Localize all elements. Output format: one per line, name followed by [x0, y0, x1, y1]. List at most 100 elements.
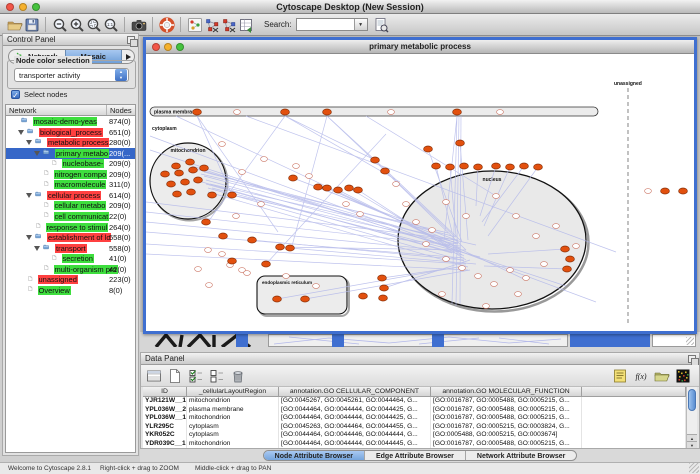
zoom-window-icon[interactable] — [32, 3, 40, 11]
expander-icon[interactable] — [26, 235, 32, 240]
control-panel: Control Panel Network Mosaic Node color … — [2, 33, 139, 456]
minimize-frame-icon[interactable] — [164, 43, 172, 51]
import-attributes-icon[interactable] — [653, 367, 671, 385]
tree-node-label: mosaic-demo-yeast — [33, 117, 97, 126]
table-row[interactable]: YPL036W__2plasma membrane[GO:0044464, GO… — [143, 406, 688, 415]
svg-text:plasma membrane: plasma membrane — [154, 110, 198, 116]
tree-node-count: 280(0) — [109, 138, 131, 147]
zoom-fit-icon[interactable]: 1:1 — [102, 16, 119, 33]
network-overview-icon[interactable] — [186, 16, 203, 33]
table-scrollbar[interactable]: ▲ ▼ — [686, 387, 697, 448]
tree-row[interactable]: multi-organism pro42(0) — [6, 264, 135, 275]
tab-network-attribute-browser[interactable]: Network Attribute Browser — [466, 451, 576, 460]
chevron-down-icon[interactable]: ▼ — [354, 19, 367, 30]
file-icon — [52, 254, 60, 264]
tree-row[interactable]: biological_process651(0) — [6, 127, 135, 138]
tree-node-count: 651(0) — [109, 128, 131, 137]
folder-icon — [42, 244, 53, 253]
matrix-icon[interactable] — [674, 367, 692, 385]
minimize-window-icon[interactable] — [19, 3, 27, 11]
tree-row[interactable]: metabolic process280(0) — [6, 137, 135, 148]
snapshot-icon[interactable] — [130, 16, 147, 33]
control-panel-title: Control Panel — [7, 35, 55, 44]
delete-attribute-icon[interactable] — [229, 367, 247, 385]
tree-row[interactable]: macromolecule311(0) — [6, 179, 135, 190]
formula-icon[interactable]: f(x) — [632, 367, 650, 385]
tree-row[interactable]: cellular metabo209(0) — [6, 200, 135, 211]
color-attribute-dropdown[interactable]: transporter activity ▲▼ — [14, 68, 129, 82]
dropdown-stepper-icon[interactable]: ▲▼ — [115, 69, 127, 81]
tab-edge-attribute-browser[interactable]: Edge Attribute Browser — [365, 451, 466, 460]
select-nodes-checkbox[interactable]: ✓ — [11, 90, 20, 99]
column-nodes[interactable]: Nodes — [107, 105, 135, 115]
tree-row[interactable]: nitrogen compo209(0) — [6, 169, 135, 180]
notes-icon[interactable] — [611, 367, 629, 385]
tree-row[interactable]: primary metabo209(... — [6, 148, 135, 159]
table-row[interactable]: YLR295Ccytoplasm[GO:0045263, GO:0044464,… — [143, 423, 688, 432]
column-header[interactable]: annotation.GO MOLECULAR_FUNCTION — [431, 387, 582, 397]
tab-node-attribute-browser[interactable]: Node Attribute Browser — [264, 451, 365, 460]
tree-row[interactable]: response to stimul264(0) — [6, 222, 135, 233]
tree-row[interactable]: nucleobase-209(0) — [6, 158, 135, 169]
data-panel-title: Data Panel — [145, 354, 185, 363]
open-folder-icon[interactable] — [6, 16, 23, 33]
table-row[interactable]: YDR039C__1mitochondrion[GO:0044464, GO:0… — [143, 440, 688, 449]
tree-row[interactable]: establishment of lo558(0) — [6, 232, 135, 243]
column-header[interactable] — [582, 387, 686, 397]
destroy-view-icon[interactable] — [220, 16, 237, 33]
table-row[interactable]: YKR052Ccytoplasm[GO:0044464, GO:0044446,… — [143, 431, 688, 440]
tree-row[interactable]: transport558(0) — [6, 243, 135, 254]
table-row[interactable]: YJR121W__1mitochondrion[GO:0045267, GO:0… — [143, 397, 688, 406]
zoom-in-icon[interactable] — [68, 16, 85, 33]
column-header[interactable]: annotation.GO CELLULAR_COMPONENT — [279, 387, 431, 397]
help-icon[interactable] — [158, 16, 175, 33]
tree-row[interactable]: Overview8(0) — [6, 285, 135, 296]
zoom-frame-icon[interactable] — [176, 43, 184, 51]
save-icon[interactable] — [23, 16, 40, 33]
tree-row[interactable]: secretion41(0) — [6, 253, 135, 264]
zoom-out-icon[interactable] — [51, 16, 68, 33]
close-window-icon[interactable] — [6, 3, 14, 11]
float-panel-icon[interactable] — [127, 36, 135, 44]
unselect-attributes-icon[interactable] — [208, 367, 226, 385]
expander-icon[interactable] — [34, 151, 40, 156]
resize-grip[interactable] — [689, 463, 699, 473]
network-canvas[interactable]: plasma membranecytoplasmmitochondrionnuc… — [146, 54, 694, 331]
column-network[interactable]: Network — [6, 105, 107, 115]
expander-icon[interactable] — [34, 246, 40, 251]
tree-node-label: metabolic process — [47, 138, 109, 147]
search-input[interactable] — [297, 19, 354, 30]
select-attributes-icon[interactable] — [187, 367, 205, 385]
scrollbar-thumb[interactable] — [688, 389, 696, 411]
zoom-selected-icon[interactable] — [85, 16, 102, 33]
scroll-up-icon[interactable]: ▲ — [687, 434, 697, 441]
folder-icon — [34, 191, 45, 200]
background-window-fragment — [268, 334, 568, 347]
table-row[interactable]: YPL036W__1mitochondrion[GO:0044464, GO:0… — [143, 414, 688, 423]
network-frame-titlebar[interactable]: primary metabolic process — [146, 40, 694, 54]
column-header[interactable]: ID — [143, 387, 187, 397]
search-combobox[interactable]: ▼ — [296, 18, 368, 31]
scroll-down-icon[interactable]: ▼ — [687, 441, 697, 448]
background-window-fragment — [332, 334, 344, 347]
network-tree-header[interactable]: Network Nodes — [6, 105, 135, 116]
expander-icon[interactable] — [18, 130, 24, 135]
tree-row[interactable]: mosaic-demo-yeast874(0) — [6, 116, 135, 127]
search-config-icon[interactable] — [373, 16, 390, 33]
tree-row[interactable]: cellular process614(0) — [6, 190, 135, 201]
table-cell: [GO:0016787, GO:0005488, GO:0005215, G..… — [431, 440, 582, 449]
destroy-network-icon[interactable] — [203, 16, 220, 33]
toolbar-separator — [180, 17, 181, 32]
close-frame-icon[interactable] — [152, 43, 160, 51]
import-table-icon[interactable] — [237, 16, 254, 33]
attribute-table-icon[interactable] — [145, 367, 163, 385]
tree-row[interactable]: cell communicat22(0) — [6, 211, 135, 222]
column-header[interactable]: _cellularLayoutRegion — [187, 387, 279, 397]
tree-node-count: 614(0) — [109, 191, 131, 200]
float-panel-icon[interactable] — [688, 355, 696, 363]
new-attribute-icon[interactable] — [166, 367, 184, 385]
attribute-table-header[interactable]: ID_cellularLayoutRegionannotation.GO CEL… — [143, 387, 688, 397]
expander-icon[interactable] — [26, 193, 32, 198]
tree-row[interactable]: unassigned223(0) — [6, 274, 135, 285]
expander-icon[interactable] — [26, 140, 32, 145]
